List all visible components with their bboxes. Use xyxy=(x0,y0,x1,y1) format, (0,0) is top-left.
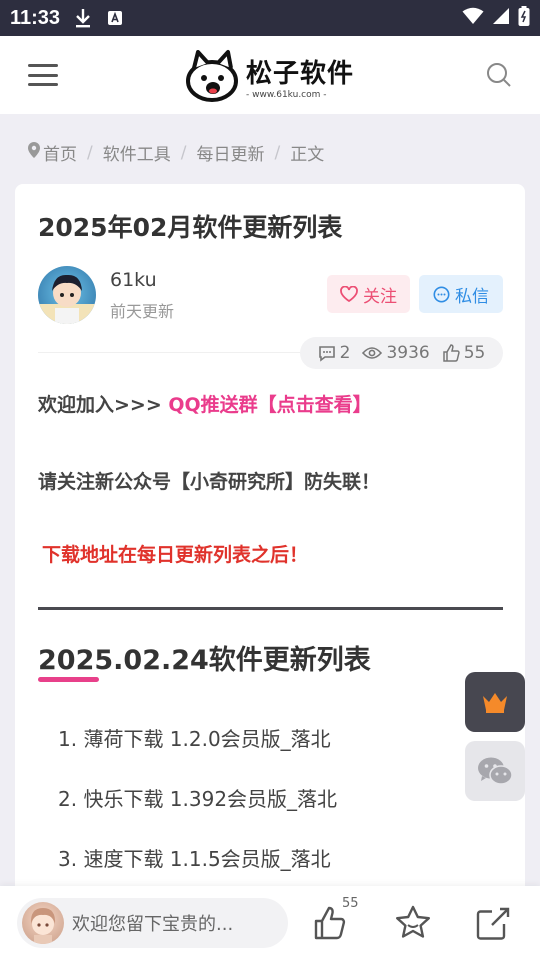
update-time: 前天更新 xyxy=(110,302,175,321)
list-item[interactable]: 1. 薄荷下载 1.2.0会员版_落北 xyxy=(58,723,331,752)
heart-icon xyxy=(340,286,358,302)
download-icon xyxy=(74,9,92,28)
site-logo[interactable]: 松子软件 - www.61ku.com - xyxy=(184,46,354,106)
follow-notice: 请关注新公众号【小奇研究所】防失联！ xyxy=(38,471,381,493)
qq-group-link[interactable]: QQ推送群【点击查看】 xyxy=(168,394,371,416)
like-count: 55 xyxy=(463,343,486,363)
favorite-button[interactable] xyxy=(394,904,432,942)
user-avatar xyxy=(22,902,64,944)
qq-group-paragraph: 欢迎加入>>> QQ推送群【点击查看】 xyxy=(38,390,372,417)
logo-subtitle: - www.61ku.com - xyxy=(246,89,327,100)
font-a-icon xyxy=(106,9,124,27)
breadcrumb-separator: / xyxy=(87,142,93,163)
follow-button[interactable]: 关注 xyxy=(327,275,410,313)
article-card: 2025年02月软件更新列表 61ku 前天更新 关注 私信 2 3936 55 xyxy=(15,184,525,904)
article-stats: 2 3936 55 xyxy=(300,337,503,369)
wifi-icon xyxy=(462,7,484,29)
chat-bubble-icon xyxy=(433,286,450,302)
message-label: 私信 xyxy=(455,286,489,307)
comment-count: 2 xyxy=(339,343,351,363)
star-icon xyxy=(396,905,430,938)
share-button[interactable] xyxy=(474,904,512,942)
location-pin-icon xyxy=(28,142,40,163)
list-item[interactable]: 3. 速度下载 1.1.5会员版_落北 xyxy=(58,843,331,872)
breadcrumb-current: 正文 xyxy=(290,145,325,165)
logo-mascot-icon xyxy=(186,50,238,102)
battery-icon xyxy=(518,6,530,30)
section-divider xyxy=(38,607,503,610)
view-count: 3936 xyxy=(386,343,430,363)
wechat-button[interactable] xyxy=(465,741,525,801)
author-avatar[interactable] xyxy=(38,266,96,324)
logo-title: 松子软件 xyxy=(246,58,355,89)
thumbs-up-icon xyxy=(442,344,460,362)
status-time: 11:33 xyxy=(10,6,61,29)
top-navbar: 松子软件 - www.61ku.com - xyxy=(0,36,540,114)
crown-icon xyxy=(483,693,507,713)
like-count-badge: 55 xyxy=(342,896,359,911)
breadcrumb: 首页 / 软件工具 / 每日更新 / 正文 xyxy=(28,140,324,165)
download-notice: 下载地址在每日更新列表之后！ xyxy=(42,544,309,566)
breadcrumb-separator: / xyxy=(274,142,281,163)
qq-group-prefix: 欢迎加入>>> xyxy=(38,394,169,416)
comment-input[interactable]: 欢迎您留下宝贵的... xyxy=(17,898,288,948)
section-heading: 2025.02.24软件更新列表 xyxy=(38,645,371,676)
eye-icon xyxy=(362,347,383,359)
breadcrumb-daily[interactable]: 每日更新 xyxy=(196,140,264,165)
vip-crown-button[interactable] xyxy=(465,672,525,732)
search-icon[interactable] xyxy=(486,62,512,88)
bottom-action-bar: 欢迎您留下宝贵的... 55 xyxy=(0,886,540,960)
list-item[interactable]: 2. 快乐下载 1.392会员版_落北 xyxy=(58,783,337,812)
heading-underline xyxy=(38,677,99,682)
author-name[interactable]: 61ku xyxy=(110,269,157,291)
breadcrumb-tools[interactable]: 软件工具 xyxy=(103,140,171,165)
wechat-icon xyxy=(478,757,513,785)
breadcrumb-home[interactable]: 首页 xyxy=(43,140,77,165)
article-title: 2025年02月软件更新列表 xyxy=(38,213,343,242)
share-icon xyxy=(476,907,510,940)
message-button[interactable]: 私信 xyxy=(419,275,503,313)
menu-icon[interactable] xyxy=(28,60,58,90)
follow-label: 关注 xyxy=(363,286,397,307)
breadcrumb-separator: / xyxy=(180,142,187,163)
status-bar: 11:33 xyxy=(0,0,540,36)
comment-icon xyxy=(318,345,335,362)
comment-placeholder: 欢迎您留下宝贵的... xyxy=(72,914,234,935)
signal-icon xyxy=(492,7,510,29)
